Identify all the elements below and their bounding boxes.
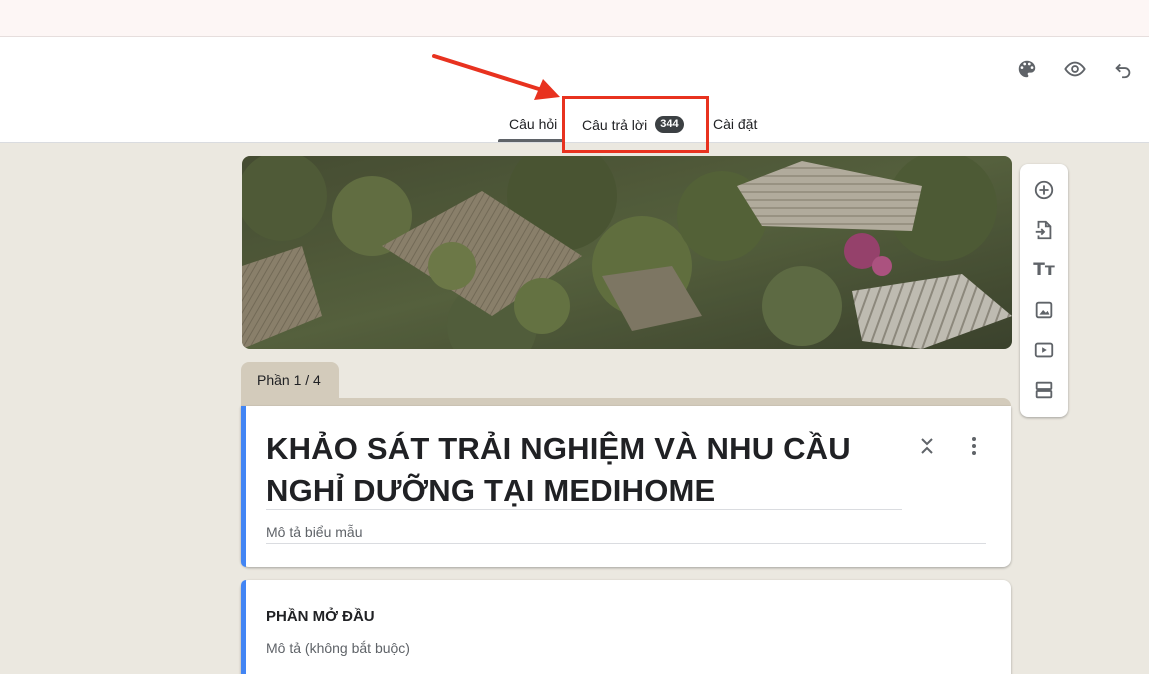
form-title[interactable]: KHẢO SÁT TRẢI NGHIỆM VÀ NHU CẦU NGHỈ DƯỠ… [266, 428, 902, 512]
add-video-icon[interactable] [1032, 338, 1056, 362]
add-section-icon[interactable] [1032, 378, 1056, 402]
section-title[interactable]: PHẦN MỞ ĐẦU [266, 608, 375, 625]
tab-settings[interactable]: Cài đặt [713, 116, 757, 132]
more-options-icon[interactable] [963, 434, 985, 458]
section-card[interactable]: PHẦN MỞ ĐẦU Mô tả (không bắt buộc) [241, 580, 1011, 674]
eye-icon[interactable] [1063, 57, 1087, 81]
tab-responses-label: Câu trả lời [582, 116, 648, 133]
browser-top-strip [0, 0, 1149, 37]
collapse-section-icon[interactable] [916, 434, 938, 458]
section-indicator-tab: Phần 1 / 4 [241, 362, 339, 400]
add-image-icon[interactable] [1032, 298, 1056, 322]
active-card-indicator [241, 406, 246, 567]
import-questions-icon[interactable] [1032, 218, 1056, 242]
section-card-indicator [241, 580, 246, 674]
form-tabs: Câu hỏi Câu trả lời 344 Cài đặt [0, 106, 1149, 143]
palette-icon[interactable] [1015, 57, 1039, 81]
floating-toolbar: Tт [1020, 164, 1068, 417]
section-description-field[interactable]: Mô tả (không bắt buộc) [266, 640, 410, 656]
tab-responses[interactable]: Câu trả lời 344 [582, 116, 684, 133]
undo-icon[interactable] [1111, 57, 1135, 81]
active-tab-indicator [498, 139, 564, 142]
tab-questions[interactable]: Câu hỏi [509, 116, 557, 132]
title-underline [266, 509, 902, 510]
add-title-icon[interactable]: Tт [1032, 258, 1056, 282]
responses-count-badge: 344 [655, 116, 684, 133]
description-underline [266, 543, 986, 544]
add-question-icon[interactable] [1032, 178, 1056, 202]
form-title-card[interactable]: KHẢO SÁT TRẢI NGHIỆM VÀ NHU CẦU NGHỈ DƯỠ… [241, 406, 1011, 567]
header-banner-image [242, 156, 1012, 349]
header-actions [1015, 57, 1135, 81]
form-description-field[interactable]: Mô tả biểu mẫu [266, 524, 363, 540]
